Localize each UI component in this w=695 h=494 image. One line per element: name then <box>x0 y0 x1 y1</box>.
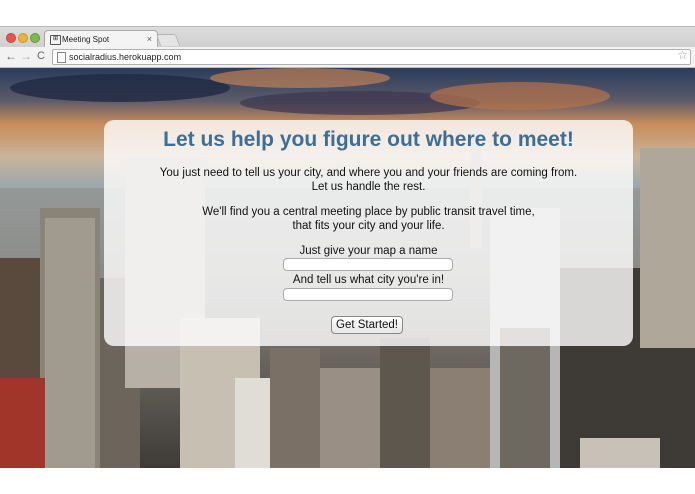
tab-close-icon[interactable]: × <box>147 31 152 48</box>
new-tab-button[interactable] <box>155 34 181 46</box>
get-started-button[interactable]: Get Started! <box>331 316 404 334</box>
page-title: Let us help you figure out where to meet… <box>163 128 574 151</box>
page-icon <box>57 52 66 63</box>
city-input[interactable] <box>283 288 453 301</box>
intro-text-2: Let us handle the rest. <box>311 181 426 193</box>
window-close-button[interactable] <box>6 33 16 43</box>
page-background: Let us help you figure out where to meet… <box>0 68 695 468</box>
favicon-icon: ⊞ <box>50 35 61 45</box>
window-minimize-button[interactable] <box>18 33 28 43</box>
browser-tab-bar: ⊞ Meeting Spot × <box>0 26 695 49</box>
intro-card: Let us help you figure out where to meet… <box>104 120 633 346</box>
bottom-margin <box>0 468 695 494</box>
tab-title: Meeting Spot <box>62 35 110 44</box>
detail-text-2: that fits your city and your life. <box>292 220 445 232</box>
url-text: socialradius.herokuapp.com <box>69 52 182 62</box>
browser-toolbar: ← → C socialradius.herokuapp.com ☆ <box>0 47 695 68</box>
detail-text: We'll find you a central meeting place b… <box>202 206 535 218</box>
back-arrow-icon[interactable]: ← <box>5 49 17 64</box>
bookmark-star-icon[interactable]: ☆ <box>677 48 688 62</box>
map-name-input[interactable] <box>283 258 453 271</box>
top-margin <box>0 0 695 26</box>
window-maximize-button[interactable] <box>30 33 40 43</box>
reload-icon[interactable]: C <box>37 49 45 64</box>
address-bar[interactable]: socialradius.herokuapp.com ☆ <box>52 48 691 65</box>
intro-text: You just need to tell us your city, and … <box>159 167 578 179</box>
forward-arrow-icon[interactable]: → <box>20 49 32 64</box>
city-label: And tell us what city you're in! <box>292 274 445 286</box>
map-name-label: Just give your map a name <box>299 245 438 257</box>
